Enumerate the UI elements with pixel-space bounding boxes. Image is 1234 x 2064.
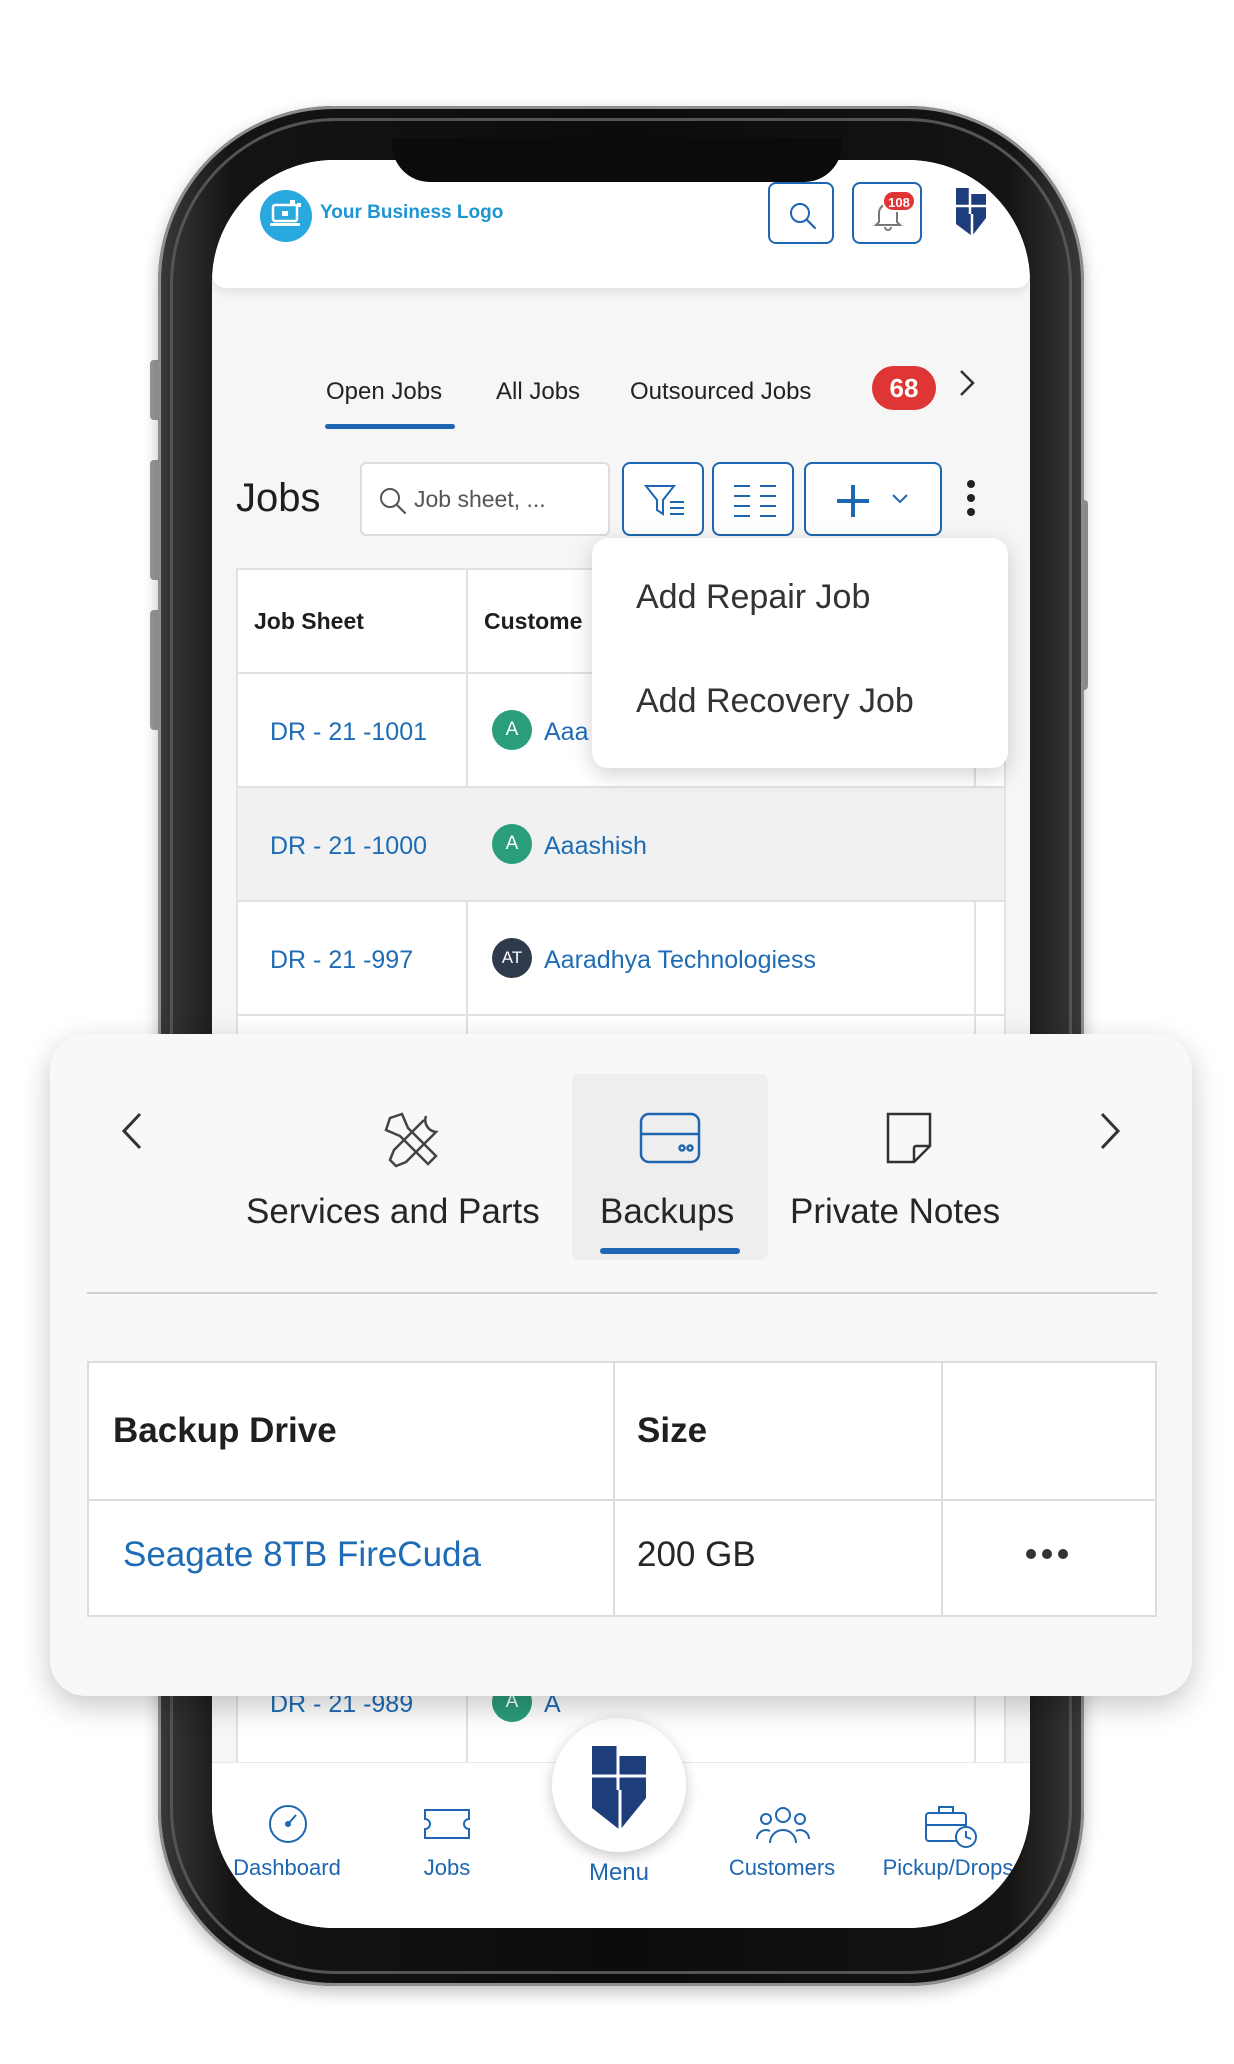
- tab-open-jobs[interactable]: Open Jobs: [326, 378, 442, 406]
- nav-pickup-drops[interactable]: Pickup/Drops: [878, 1803, 1030, 1903]
- columns-view-button[interactable]: [712, 462, 794, 536]
- filter-button[interactable]: [622, 462, 704, 536]
- nav-label-menu[interactable]: Menu: [552, 1859, 686, 1887]
- table-row: Seagate 8TB FireCuda 200 GB: [89, 1501, 1155, 1615]
- note-icon: [886, 1112, 932, 1164]
- add-recovery-job-item[interactable]: Add Recovery Job: [636, 682, 914, 721]
- job-sheet-link[interactable]: DR - 21 -1000: [270, 832, 427, 861]
- customers-group-icon: [756, 1807, 810, 1844]
- list-columns-icon: [734, 485, 776, 517]
- job-sheet-link[interactable]: DR - 21 -997: [270, 946, 413, 975]
- phone-notch: [392, 138, 842, 182]
- job-search-input[interactable]: Job sheet, ...: [360, 462, 610, 536]
- menu-button[interactable]: [552, 1718, 686, 1852]
- dashboard-gauge-icon: [269, 1805, 307, 1843]
- plus-icon: [837, 485, 869, 517]
- tab-label-services-and-parts: Services and Parts: [246, 1192, 540, 1231]
- chevron-down-icon: [892, 494, 908, 504]
- tools-icon: [384, 1112, 439, 1168]
- tab-label-private-notes: Private Notes: [790, 1192, 1001, 1231]
- avatar: AT: [492, 938, 532, 978]
- tab-all-jobs[interactable]: All Jobs: [496, 378, 580, 406]
- nav-label-pickup-drops: Pickup/Drops: [882, 1855, 1014, 1880]
- search-button[interactable]: [768, 182, 834, 244]
- tab-label-backups: Backups: [600, 1192, 735, 1231]
- column-header-job-sheet: Job Sheet: [254, 608, 364, 634]
- job-detail-card: Services and Parts Backups Private Notes…: [50, 1034, 1192, 1696]
- avatar: A: [492, 710, 532, 750]
- nav-label-dashboard: Dashboard: [233, 1855, 341, 1880]
- add-job-menu: Add Repair Job Add Recovery Job: [592, 538, 1008, 768]
- customer-link[interactable]: Aaashish: [544, 832, 647, 861]
- app-shield-icon[interactable]: [950, 184, 992, 240]
- add-job-button[interactable]: [804, 462, 942, 536]
- drive-icon: [639, 1112, 701, 1164]
- tab-private-notes[interactable]: Private Notes: [790, 1074, 1030, 1234]
- active-tab-indicator: [325, 424, 455, 429]
- avatar: A: [492, 824, 532, 864]
- nav-dashboard[interactable]: Dashboard: [222, 1803, 352, 1903]
- tab-outsourced-jobs[interactable]: Outsourced Jobs: [630, 378, 811, 406]
- customer-link[interactable]: Aaa: [544, 718, 588, 747]
- nav-label-jobs: Jobs: [423, 1855, 471, 1880]
- nav-customers[interactable]: Customers: [712, 1803, 852, 1903]
- backups-table: Backup Drive Size Seagate 8TB FireCuda 2…: [87, 1361, 1157, 1617]
- backup-drive-link[interactable]: Seagate 8TB FireCuda: [123, 1535, 481, 1575]
- row-actions-ellipsis-icon[interactable]: [1025, 1547, 1069, 1561]
- column-header-customer: Custome: [484, 608, 583, 634]
- card-divider: [87, 1292, 1157, 1294]
- active-tab-indicator: [600, 1248, 740, 1254]
- card-next-icon[interactable]: [1098, 1110, 1122, 1152]
- search-icon: [790, 203, 817, 230]
- search-placeholder: Job sheet, ...: [414, 486, 546, 512]
- card-prev-icon[interactable]: [120, 1110, 144, 1152]
- tabs-scroll-right-icon[interactable]: [956, 366, 978, 400]
- notification-count-badge: 108: [882, 190, 916, 212]
- column-header-backup-drive: Backup Drive: [113, 1411, 337, 1450]
- menu-shield-icon: [592, 1746, 646, 1830]
- customer-link[interactable]: Aaradhya Technologiess: [544, 946, 816, 975]
- page-title: Jobs: [236, 476, 321, 520]
- business-logo-icon: [260, 190, 312, 242]
- nav-jobs[interactable]: Jobs: [392, 1803, 502, 1903]
- job-sheet-link[interactable]: DR - 21 -1001: [270, 718, 427, 747]
- filter-icon: [644, 485, 684, 516]
- business-logo-text: Your Business Logo: [320, 202, 504, 223]
- column-header-size: Size: [637, 1411, 708, 1450]
- nav-label-customers: Customers: [728, 1855, 836, 1880]
- more-options-icon[interactable]: [964, 478, 978, 518]
- tab-count-badge: 68: [872, 366, 936, 410]
- briefcase-clock-icon: [925, 1806, 977, 1848]
- search-icon: [380, 488, 407, 515]
- tab-backups[interactable]: Backups: [572, 1074, 768, 1260]
- backup-size: 200 GB: [637, 1535, 756, 1574]
- ticket-icon: [424, 1809, 470, 1839]
- tab-services-and-parts[interactable]: Services and Parts: [246, 1074, 582, 1234]
- add-repair-job-item[interactable]: Add Repair Job: [636, 578, 870, 617]
